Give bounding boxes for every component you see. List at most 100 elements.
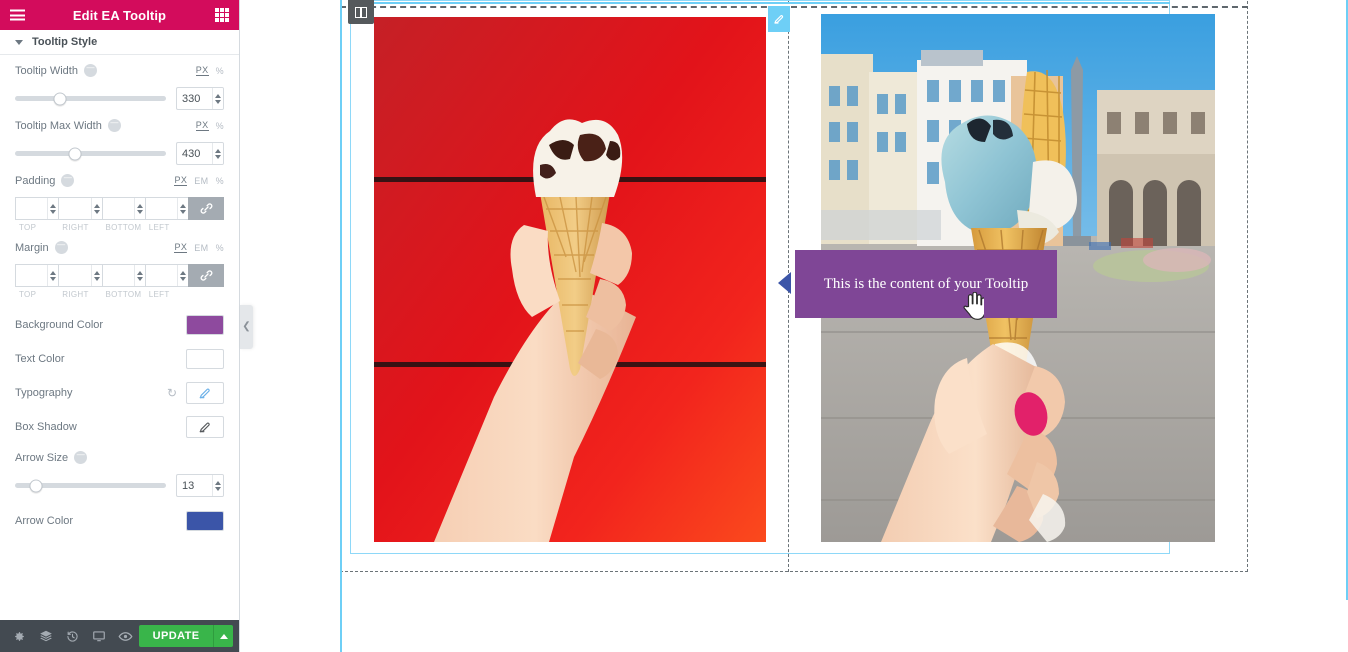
unit-em[interactable]: EM xyxy=(194,176,208,186)
editor-root: Edit EA Tooltip Tooltip Style Tooltip Wi… xyxy=(0,0,1348,652)
slider-knob[interactable] xyxy=(68,147,82,160)
tooltip-max-width-stepper[interactable] xyxy=(211,143,223,164)
padding-link-icon[interactable] xyxy=(188,197,224,220)
arrow-color-swatch[interactable] xyxy=(186,511,224,531)
margin-left-field[interactable] xyxy=(144,264,188,287)
background-color-swatch[interactable] xyxy=(186,315,224,335)
margin-link-icon[interactable] xyxy=(188,264,224,287)
dynamic-tags-icon[interactable] xyxy=(83,64,97,77)
padding-bottom-input[interactable] xyxy=(102,198,134,219)
arrow-size-label: Arrow Size xyxy=(15,451,88,464)
update-button[interactable]: UPDATE xyxy=(138,625,214,647)
tooltip-max-width-input-group[interactable] xyxy=(176,142,224,165)
tooltip-width-slider[interactable] xyxy=(15,92,166,105)
padding-left-stepper[interactable] xyxy=(177,198,188,219)
background-color-label: Background Color xyxy=(15,319,104,331)
history-revisions-icon[interactable] xyxy=(59,620,86,652)
margin-bottom-field[interactable] xyxy=(101,264,145,287)
unit-px[interactable]: PX xyxy=(195,120,209,131)
tooltip-max-width-label: Tooltip Max Width xyxy=(15,119,121,132)
editor-canvas: This is the content of your Tooltip xyxy=(240,0,1348,652)
padding-right-input[interactable] xyxy=(59,198,91,219)
dynamic-tags-icon[interactable] xyxy=(107,119,121,132)
margin-left-stepper[interactable] xyxy=(177,265,188,286)
padding-bottom-stepper[interactable] xyxy=(133,198,145,219)
reset-icon[interactable]: ↻ xyxy=(167,386,177,400)
panel-collapse-toggle[interactable]: ❮ xyxy=(240,305,253,349)
margin-right-field[interactable] xyxy=(58,264,102,287)
slider-knob[interactable] xyxy=(53,92,67,105)
tooltip-width-stepper[interactable] xyxy=(211,88,223,109)
panel-body: Tooltip Style Tooltip Width PX % xyxy=(0,30,239,620)
unit-percent[interactable]: % xyxy=(216,66,224,76)
arrow-size-input-group[interactable] xyxy=(176,474,224,497)
margin-top-field[interactable] xyxy=(15,264,59,287)
unit-percent[interactable]: % xyxy=(216,243,224,253)
padding-left-field[interactable] xyxy=(144,197,188,220)
arrow-size-stepper[interactable] xyxy=(211,475,223,496)
margin-top-input[interactable] xyxy=(16,265,48,286)
margin-bottom-input[interactable] xyxy=(102,265,134,286)
responsive-preview-icon[interactable] xyxy=(86,620,113,652)
tooltip-box[interactable]: This is the content of your Tooltip xyxy=(795,250,1057,318)
padding-right-field[interactable] xyxy=(58,197,102,220)
arrow-size-input[interactable] xyxy=(177,475,212,496)
unit-px[interactable]: PX xyxy=(174,175,188,186)
control-box-shadow: Box Shadow xyxy=(0,404,239,438)
tooltip-max-width-units: PX % xyxy=(195,120,224,131)
control-background-color: Background Color xyxy=(0,299,239,335)
section-tooltip-style[interactable]: Tooltip Style xyxy=(0,30,239,55)
padding-right-stepper[interactable] xyxy=(90,198,102,219)
slider-knob[interactable] xyxy=(29,479,43,492)
column-handle-icon[interactable] xyxy=(348,0,374,24)
text-color-swatch[interactable] xyxy=(186,349,224,369)
padding-top-input[interactable] xyxy=(16,198,48,219)
unit-px[interactable]: PX xyxy=(195,65,209,76)
margin-left-input[interactable] xyxy=(145,265,178,286)
dynamic-tags-icon[interactable] xyxy=(54,241,68,254)
settings-gear-icon[interactable] xyxy=(6,620,33,652)
canvas-left-rail xyxy=(340,0,342,652)
unit-percent[interactable]: % xyxy=(216,121,224,131)
unit-em[interactable]: EM xyxy=(194,243,208,253)
tooltip-max-width-slider[interactable] xyxy=(15,147,166,160)
update-options-caret-icon[interactable] xyxy=(213,625,234,647)
dynamic-tags-icon[interactable] xyxy=(61,174,75,187)
arrow-size-slider[interactable] xyxy=(15,479,166,492)
tooltip-width-input-group[interactable] xyxy=(176,87,224,110)
margin-top-stepper[interactable] xyxy=(47,265,59,286)
margin-bottom-stepper[interactable] xyxy=(133,265,145,286)
label-bottom: BOTTOM xyxy=(105,223,142,232)
padding-left-input[interactable] xyxy=(145,198,178,219)
margin-side-labels: TOP RIGHT BOTTOM LEFT xyxy=(15,290,224,299)
padding-top-field[interactable] xyxy=(15,197,59,220)
padding-bottom-field[interactable] xyxy=(101,197,145,220)
control-tooltip-max-width: Tooltip Max Width PX % xyxy=(0,110,239,165)
dynamic-tags-icon[interactable] xyxy=(74,451,88,464)
panel-title: Edit EA Tooltip xyxy=(72,7,167,23)
padding-top-stepper[interactable] xyxy=(47,198,59,219)
pencil-edit-icon[interactable] xyxy=(768,6,790,32)
section-top-guide xyxy=(340,6,1248,8)
tooltip-max-width-input[interactable] xyxy=(177,143,212,164)
unit-px[interactable]: PX xyxy=(174,242,188,253)
box-shadow-edit-button[interactable] xyxy=(186,416,224,438)
margin-right-stepper[interactable] xyxy=(90,265,102,286)
typography-edit-button[interactable] xyxy=(186,382,224,404)
label-top: TOP xyxy=(19,290,37,299)
panel-header: Edit EA Tooltip xyxy=(0,0,239,30)
panel-footer: UPDATE xyxy=(0,620,239,652)
image-ice-cream-red-wall[interactable] xyxy=(374,17,766,542)
widgets-grid-icon[interactable] xyxy=(215,8,229,22)
eye-preview-icon[interactable] xyxy=(112,620,139,652)
margin-right-input[interactable] xyxy=(59,265,91,286)
tooltip-width-input[interactable] xyxy=(177,88,212,109)
tooltip-text: This is the content of your Tooltip xyxy=(823,275,1029,292)
label-top: TOP xyxy=(19,223,37,232)
hamburger-icon[interactable] xyxy=(10,9,25,21)
unit-percent[interactable]: % xyxy=(216,176,224,186)
label-right: RIGHT xyxy=(62,290,89,299)
arrow-color-label: Arrow Color xyxy=(15,515,74,527)
section-title: Tooltip Style xyxy=(32,36,98,48)
layers-navigator-icon[interactable] xyxy=(33,620,60,652)
